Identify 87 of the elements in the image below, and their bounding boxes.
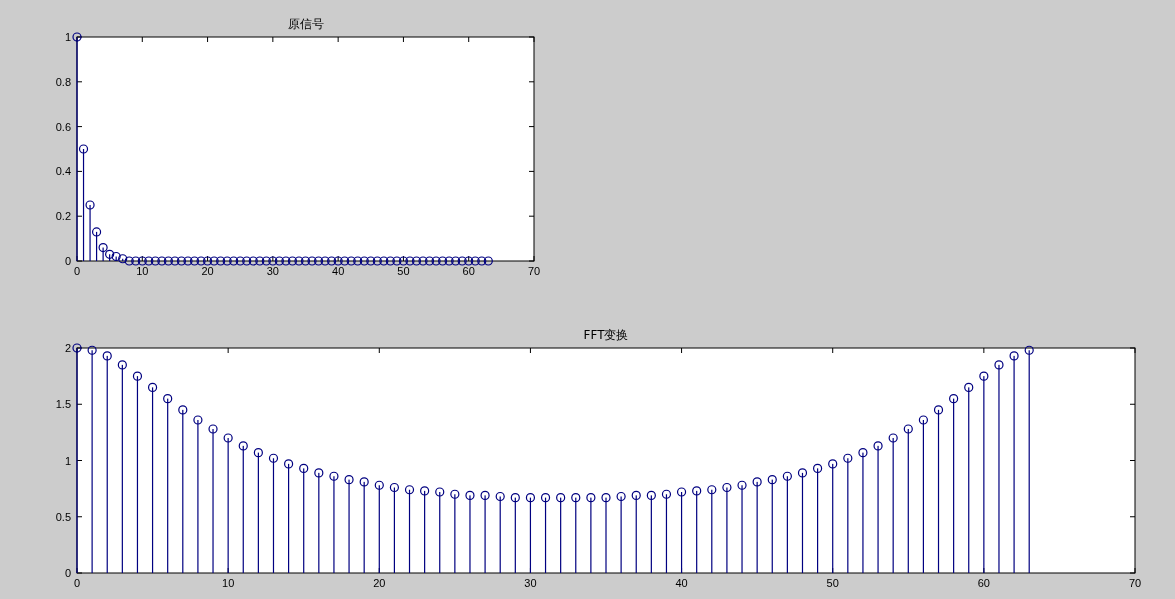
stem-marker — [281, 256, 291, 266]
stem-marker — [111, 251, 121, 262]
x-tick-label: 0 — [73, 577, 81, 589]
y-tick-label: 0.6 — [55, 120, 71, 133]
x-tick-label: 20 — [373, 577, 386, 589]
stem-marker — [131, 256, 141, 266]
stem-marker — [444, 256, 454, 266]
stem-marker — [189, 256, 200, 266]
stem-marker — [372, 256, 382, 266]
stem-marker — [118, 254, 128, 264]
stem-marker — [313, 256, 324, 266]
stem-marker — [287, 256, 298, 266]
stem-marker — [379, 256, 389, 266]
x-tick-label: 20 — [201, 265, 214, 277]
x-tick-label: 40 — [332, 265, 345, 277]
stem-marker — [359, 256, 369, 266]
stem-marker — [202, 256, 213, 266]
stem-marker — [464, 256, 474, 266]
y-tick-label: 1 — [64, 31, 71, 43]
stem-marker — [144, 256, 154, 266]
stem-marker — [183, 256, 193, 266]
y-tick-label: 0.4 — [55, 165, 71, 178]
x-tick-label: 70 — [1128, 577, 1142, 589]
stem-marker — [451, 256, 461, 266]
stem-marker — [229, 256, 239, 266]
stem-marker — [385, 256, 395, 266]
stem-marker — [470, 256, 480, 266]
stem-marker — [346, 256, 356, 266]
stem-marker — [294, 256, 304, 266]
stem-marker — [483, 256, 493, 266]
stem-marker — [333, 256, 343, 266]
y-tick-label: 1 — [64, 454, 71, 467]
stem-marker — [424, 256, 435, 266]
stem-marker — [222, 256, 232, 266]
stem-marker — [261, 256, 271, 266]
stem-marker — [398, 256, 409, 266]
stem-marker — [163, 256, 173, 266]
stem-marker — [418, 256, 428, 266]
stem-marker — [209, 256, 219, 266]
stem-marker — [327, 256, 337, 266]
stem-marker — [457, 256, 467, 266]
x-tick-label: 10 — [222, 577, 235, 589]
stem-marker — [405, 256, 415, 266]
stem-marker — [124, 256, 134, 266]
y-tick-label: 0.5 — [55, 510, 71, 523]
stem-marker — [268, 256, 278, 266]
stem-marker — [340, 256, 350, 266]
x-tick-label: 0 — [73, 265, 81, 277]
x-tick-label: 60 — [462, 265, 475, 277]
stem-marker — [216, 256, 226, 266]
stem-marker — [235, 256, 245, 266]
stem-marker — [353, 256, 363, 266]
y-tick-label: 0.2 — [55, 210, 71, 223]
x-tick-label: 60 — [977, 577, 990, 589]
chart-title: 原信号 — [287, 17, 324, 31]
y-tick-label: 2 — [64, 342, 71, 354]
stem-marker — [392, 256, 402, 266]
x-tick-label: 10 — [136, 265, 149, 277]
stem-marker — [431, 256, 441, 266]
stem-marker — [255, 256, 265, 266]
stem-marker — [170, 256, 180, 266]
x-tick-label: 30 — [524, 577, 537, 589]
stem-marker — [157, 256, 167, 266]
stem-marker — [150, 256, 160, 266]
stem-marker — [438, 256, 448, 266]
stem-marker — [137, 256, 147, 266]
y-tick-label: 1.5 — [55, 398, 71, 411]
y-tick-label: 0 — [64, 255, 71, 267]
x-tick-label: 70 — [527, 265, 541, 277]
stem-marker — [196, 256, 206, 266]
stem-marker — [307, 256, 317, 266]
stem-marker — [274, 256, 284, 266]
stem-marker — [242, 256, 252, 266]
x-tick-label: 50 — [397, 265, 410, 277]
stem-marker — [366, 256, 376, 266]
y-tick-label: 0.8 — [55, 75, 71, 88]
stem-marker — [176, 256, 187, 266]
chart-title: FFT变换 — [583, 328, 629, 342]
stem-marker — [411, 256, 422, 266]
stem-marker — [320, 256, 330, 266]
x-tick-label: 50 — [826, 577, 839, 589]
y-tick-label: 0 — [64, 567, 71, 579]
x-tick-label: 30 — [266, 265, 279, 277]
stem-marker — [477, 256, 487, 266]
stem-marker — [248, 256, 258, 266]
stem-marker — [300, 256, 311, 266]
x-tick-label: 40 — [675, 577, 688, 589]
